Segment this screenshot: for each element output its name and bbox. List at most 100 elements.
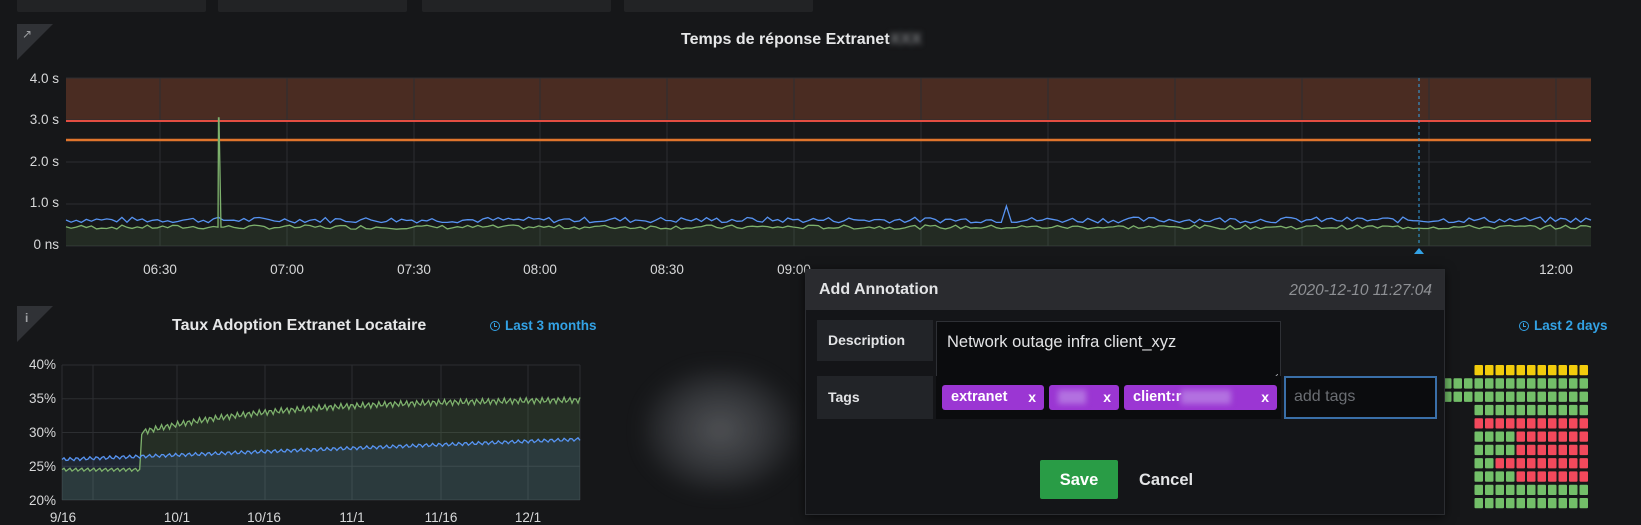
status-cell (1527, 431, 1536, 442)
status-cell (1485, 365, 1494, 376)
save-button[interactable]: Save (1040, 460, 1118, 499)
annotation-pointer (1414, 248, 1424, 254)
status-cell (1474, 365, 1483, 376)
time-range-info[interactable]: Last 2 days (1519, 318, 1608, 333)
status-cell (1495, 458, 1504, 469)
status-cell (1548, 471, 1557, 482)
add-tags-placeholder: add tags (1294, 388, 1356, 405)
x-tick: 11/16 (424, 510, 458, 525)
tag-chip[interactable]: x (1049, 385, 1119, 410)
add-tags-input[interactable]: add tags (1284, 376, 1437, 419)
status-cell (1474, 418, 1483, 429)
status-cell (1558, 418, 1567, 429)
status-grid[interactable] (1443, 365, 1593, 513)
status-cell (1537, 484, 1546, 495)
status-cell (1516, 444, 1525, 456)
status-cell (1537, 471, 1546, 482)
status-cell (1474, 458, 1483, 469)
status-cell (1506, 378, 1515, 389)
status-cell (1537, 404, 1546, 416)
status-cell (1474, 498, 1483, 509)
status-cell (1485, 378, 1494, 389)
tag-remove-icon[interactable]: x (1028, 385, 1036, 410)
status-cell (1548, 404, 1557, 416)
status-cell (1579, 498, 1588, 509)
status-cell (1537, 365, 1546, 376)
cancel-button[interactable]: Cancel (1139, 471, 1193, 490)
status-cell (1474, 484, 1483, 495)
status-cell (1485, 391, 1494, 402)
status-cell (1558, 378, 1567, 389)
popup-title: Add Annotation (819, 281, 939, 298)
status-cell (1537, 378, 1546, 389)
status-cell (1569, 458, 1578, 469)
status-cell (1516, 378, 1525, 389)
status-cell (1569, 365, 1578, 376)
status-cell (1548, 498, 1557, 509)
status-cell (1579, 404, 1588, 416)
status-cell (1495, 404, 1504, 416)
status-cell (1485, 418, 1494, 429)
status-cell (1527, 418, 1536, 429)
panel-title: Taux Adoption Extranet Locataire (172, 317, 427, 334)
status-cell (1506, 431, 1515, 442)
threshold-band (66, 78, 1591, 121)
status-cell (1527, 498, 1536, 509)
status-cell (1527, 484, 1536, 495)
status-cell (1537, 431, 1546, 442)
status-cell (1548, 484, 1557, 495)
time-range-info[interactable]: Last 3 months (490, 318, 597, 333)
description-text: Network outage infra client_xyz (947, 333, 1177, 351)
status-cell (1579, 378, 1588, 389)
status-cell (1548, 378, 1557, 389)
status-cell (1537, 444, 1546, 456)
x-tick: 10/16 (247, 510, 281, 525)
panel-corner[interactable] (17, 306, 53, 342)
status-cell (1516, 458, 1525, 469)
status-cell (1569, 391, 1578, 402)
series-line-green (65, 117, 1592, 231)
status-cell (1558, 404, 1567, 416)
x-tick: 9/16 (49, 510, 77, 525)
status-cell (1495, 418, 1504, 429)
redacted-tag (1181, 390, 1232, 405)
status-cell (1506, 484, 1515, 495)
status-cell (1485, 431, 1494, 442)
status-cell (1495, 498, 1504, 509)
status-cell (1527, 378, 1536, 389)
status-cell (1579, 391, 1588, 402)
status-cell (1558, 458, 1567, 469)
status-cell (1579, 458, 1588, 469)
x-tick: 08:00 (523, 262, 557, 277)
popup-header: Add Annotation 2020-12-10 11:27:04 (806, 270, 1444, 310)
status-cell (1569, 404, 1578, 416)
status-cell (1558, 431, 1567, 442)
status-cell (1485, 471, 1494, 482)
time-range-text: Last 2 days (1534, 318, 1608, 333)
bl-chart-plot[interactable] (0, 355, 600, 517)
tag-chip[interactable]: client:r x (1124, 385, 1277, 410)
tag-remove-icon[interactable]: x (1103, 385, 1111, 410)
status-cell (1516, 471, 1525, 482)
tag-chip[interactable]: extranet x (942, 385, 1044, 410)
x-tick: 12:00 (1539, 262, 1573, 277)
status-cell (1474, 471, 1483, 482)
x-tick: 11/1 (339, 510, 365, 525)
status-cell (1495, 365, 1504, 376)
status-cell (1495, 444, 1504, 456)
status-cell (1548, 431, 1557, 442)
status-cell (1579, 484, 1588, 495)
status-cell (1474, 444, 1483, 456)
top-chart-plot[interactable] (0, 0, 1641, 270)
info-icon[interactable]: i (25, 311, 28, 325)
status-cell (1506, 471, 1515, 482)
tag-remove-icon[interactable]: x (1261, 385, 1269, 410)
status-cell (1579, 471, 1588, 482)
status-cell (1495, 431, 1504, 442)
status-cell (1537, 418, 1546, 429)
status-cell (1558, 444, 1567, 456)
x-tick: 10/1 (163, 510, 191, 525)
status-cell (1548, 444, 1557, 456)
status-cell (1569, 444, 1578, 456)
status-cell (1516, 418, 1525, 429)
